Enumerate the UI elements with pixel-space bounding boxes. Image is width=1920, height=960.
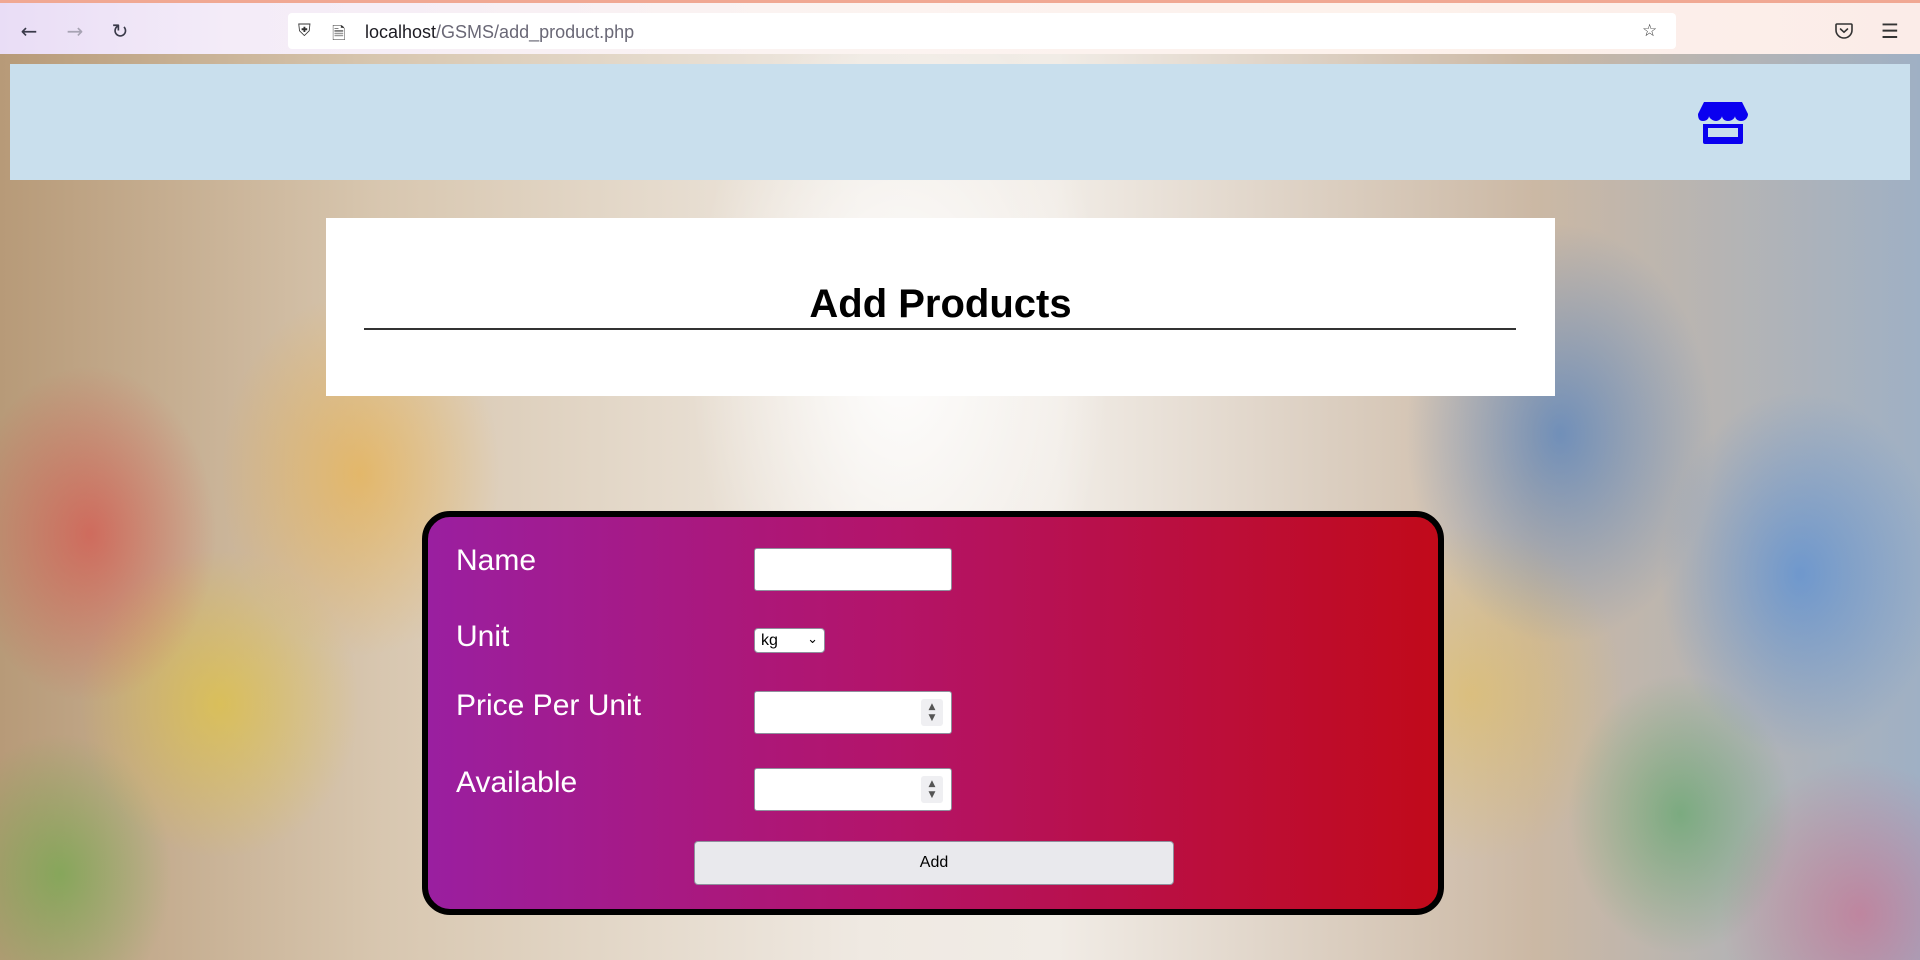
star-icon[interactable]: ☆ [1642,21,1657,41]
browser-toolbar: ← → ↻ ⛨ 🗎 localhost/GSMS/add_product.php… [0,0,1920,54]
add-button[interactable]: Add [694,841,1174,885]
spin-up-icon[interactable]: ▲ [929,779,936,790]
price-spinner[interactable]: ▲ ▼ [921,699,943,726]
spin-down-icon[interactable]: ▼ [929,713,936,724]
url-host: localhost [365,22,437,42]
name-input[interactable] [754,548,952,591]
site-header [10,64,1910,180]
available-input[interactable]: ▲ ▼ [754,768,952,811]
price-per-unit-label: Price Per Unit [456,689,642,722]
address-bar[interactable]: ⛨ 🗎 localhost/GSMS/add_product.php ☆ [288,13,1676,49]
unit-label: Unit [456,620,510,653]
shield-icon[interactable]: ⛨ [298,21,311,41]
title-card: Add Products [326,218,1555,396]
chevron-down-icon: ⌄ [807,632,818,647]
hamburger-menu-icon[interactable]: ☰ [1875,16,1905,46]
spin-down-icon[interactable]: ▼ [929,790,936,801]
price-per-unit-input[interactable]: ▲ ▼ [754,691,952,734]
url-text[interactable]: localhost/GSMS/add_product.php [365,22,634,43]
add-product-form: Name Unit kg ⌄ Price Per Unit ▲ ▼ Availa… [422,511,1444,915]
page-title: Add Products [809,282,1072,326]
url-path: /GSMS/add_product.php [436,22,635,42]
available-spinner[interactable]: ▲ ▼ [921,776,943,803]
store-icon[interactable] [1698,100,1748,144]
name-label: Name [456,544,537,577]
unit-select[interactable]: kg ⌄ [754,628,825,653]
spin-up-icon[interactable]: ▲ [929,702,936,713]
forward-arrow-icon[interactable]: → [60,16,90,46]
reload-icon[interactable]: ↻ [105,16,135,46]
page-icon: 🗎 [332,24,346,44]
unit-select-value: kg [761,632,778,649]
available-label: Available [456,766,578,799]
back-arrow-icon[interactable]: ← [14,16,44,46]
pocket-icon-glyph [1835,23,1853,39]
pocket-icon[interactable] [1829,16,1859,46]
title-divider [364,328,1516,330]
